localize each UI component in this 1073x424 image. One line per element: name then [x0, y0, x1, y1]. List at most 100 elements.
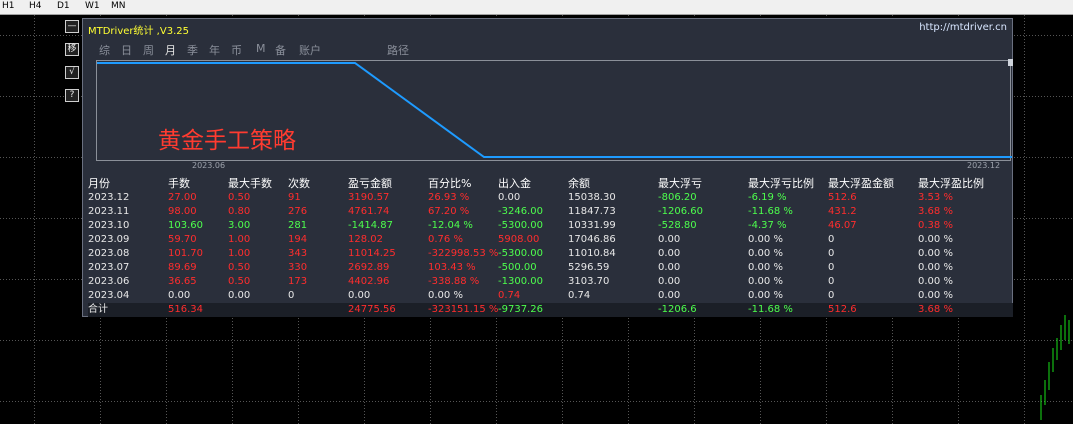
cell-lots: 0.00: [168, 290, 191, 301]
cell-lots: 101.70: [168, 248, 203, 259]
timeframe-h1-button[interactable]: H1: [2, 0, 15, 14]
table-row: 2023.11 98.00 0.80 276 4761.74 67.20 % -3246.0…: [88, 205, 1013, 219]
cell-deposit: -3246.00: [498, 206, 543, 217]
total-max-float-loss-pct: -11.68 %: [748, 304, 793, 315]
cell-deposit: 5908.00: [498, 234, 540, 245]
timeframe-mn-button[interactable]: MN: [111, 0, 126, 14]
cell-max-lots: 0.50: [228, 262, 251, 273]
tab-quarter[interactable]: 季: [187, 42, 198, 58]
cell-max-float-profit-pct: 0.00 %: [918, 276, 953, 287]
cell-max-float-loss-pct: 0.00 %: [748, 276, 783, 287]
cell-max-float-loss: -528.80: [658, 220, 697, 231]
x-axis-start-label: 2023.06: [192, 161, 226, 170]
cell-max-float-profit-pct: 0.00 %: [918, 262, 953, 273]
table-row: 2023.12 27.00 0.50 91 3190.57 26.93 % 0.00 1503…: [88, 191, 1013, 205]
cell-month: 2023.09: [88, 234, 130, 245]
table-row: 2023.04 0.00 0.00 0 0.00 0.00 % 0.74 0.74 0.00 0.…: [88, 289, 1013, 303]
panel-url-link[interactable]: http://mtdriver.cn: [919, 22, 1007, 33]
cell-max-float-loss: 0.00: [658, 262, 681, 273]
minimize-button[interactable]: —: [65, 20, 79, 33]
cell-max-float-profit-pct: 0.00 %: [918, 248, 953, 259]
check-button[interactable]: √: [65, 66, 79, 79]
cell-lots: 89.69: [168, 262, 197, 273]
cell-lots: 59.70: [168, 234, 197, 245]
cell-max-float-profit-pct: 3.53 %: [918, 192, 953, 203]
cell-balance: 3103.70: [568, 276, 610, 287]
move-button[interactable]: 移: [65, 43, 79, 56]
cell-max-float-loss-pct: 0.00 %: [748, 262, 783, 273]
price-candles: [1040, 315, 1070, 420]
cell-percent: -338.88 %: [428, 276, 480, 287]
header-lots: 手数: [168, 177, 190, 190]
cell-max-float-loss-pct: 0.00 %: [748, 290, 783, 301]
timeframe-w1-button[interactable]: W1: [85, 0, 100, 14]
cell-max-float-profit: 0: [828, 248, 835, 259]
tab-currency[interactable]: 币: [231, 42, 242, 58]
cell-percent: 103.43 %: [428, 262, 476, 273]
cell-balance: 10331.99: [568, 220, 616, 231]
cell-percent: 67.20 %: [428, 206, 470, 217]
cell-max-float-profit: 0: [828, 276, 835, 287]
cell-max-float-loss: 0.00: [658, 290, 681, 301]
cell-month: 2023.07: [88, 262, 130, 273]
cell-profit: 4761.74: [348, 206, 390, 217]
cell-lots: 27.00: [168, 192, 197, 203]
header-percent: 百分比%: [428, 177, 472, 190]
cell-profit: 3190.57: [348, 192, 390, 203]
plot-edge-marker: [1008, 59, 1013, 66]
cell-profit: 0.00: [348, 290, 371, 301]
tab-path[interactable]: 路径: [387, 42, 409, 58]
cell-lots: 103.60: [168, 220, 203, 231]
cell-max-float-profit: 512.6: [828, 192, 857, 203]
table-row: 2023.06 36.65 0.50 173 4402.96 -338.88 % -1300…: [88, 275, 1013, 289]
tab-week[interactable]: 周: [143, 42, 154, 58]
cell-balance: 15038.30: [568, 192, 616, 203]
tab-summary[interactable]: 综: [99, 42, 110, 58]
tab-account[interactable]: 账户: [299, 42, 321, 58]
total-percent: -323151.15 %: [428, 304, 499, 315]
header-profit: 盈亏金额: [348, 177, 392, 190]
cell-profit: 128.02: [348, 234, 383, 245]
cell-max-float-loss-pct: 0.00 %: [748, 248, 783, 259]
cell-max-lots: 0.00: [228, 290, 251, 301]
cell-max-float-profit: 431.2: [828, 206, 857, 217]
header-max-float-loss: 最大浮亏: [658, 177, 702, 190]
cell-balance: 11010.84: [568, 248, 616, 259]
tab-day[interactable]: 日: [121, 42, 132, 58]
timeframe-h4-button[interactable]: H4: [29, 0, 42, 14]
cell-percent: 0.76 %: [428, 234, 463, 245]
cell-max-lots: 3.00: [228, 220, 251, 231]
cell-trades: 194: [288, 234, 308, 245]
tab-month[interactable]: 月: [165, 42, 176, 58]
x-axis-end-label: 2023.12: [967, 161, 1001, 170]
tab-year[interactable]: 年: [209, 42, 220, 58]
cell-trades: 343: [288, 248, 308, 259]
cell-percent: -322998.53 %: [428, 248, 499, 259]
total-label: 合计: [88, 304, 108, 315]
cell-month: 2023.10: [88, 220, 130, 231]
help-button[interactable]: ?: [65, 89, 79, 102]
cell-deposit: 0.00: [498, 192, 521, 203]
cell-trades: 173: [288, 276, 308, 287]
table-row: 2023.07 89.69 0.50 330 2692.89 103.43 % -500.0…: [88, 261, 1013, 275]
cell-lots: 98.00: [168, 206, 197, 217]
cell-max-float-loss: 0.00: [658, 234, 681, 245]
cell-balance: 0.74: [568, 290, 591, 301]
cell-month: 2023.08: [88, 248, 130, 259]
cell-month: 2023.12: [88, 192, 130, 203]
timeframe-d1-button[interactable]: D1: [57, 0, 70, 14]
cell-trades: 330: [288, 262, 308, 273]
cell-month: 2023.11: [88, 206, 130, 217]
table-row: 2023.08 101.70 1.00 343 11014.25 -322998.53 %…: [88, 247, 1013, 261]
cell-max-float-profit-pct: 0.00 %: [918, 234, 953, 245]
total-max-float-loss: -1206.6: [658, 304, 697, 315]
total-profit: 24775.56: [348, 304, 396, 315]
cell-deposit: -5300.00: [498, 248, 543, 259]
cell-max-float-profit-pct: 3.68 %: [918, 206, 953, 217]
total-max-float-profit-pct: 3.68 %: [918, 304, 953, 315]
tab-magic[interactable]: M: [256, 42, 266, 55]
stats-panel: MTDriver统计 ,V3.25 http://mtdriver.cn 综 日…: [82, 18, 1013, 317]
cell-deposit: 0.74: [498, 290, 521, 301]
tab-note[interactable]: 备: [275, 42, 286, 58]
header-max-float-profit: 最大浮盈金额: [828, 177, 894, 190]
